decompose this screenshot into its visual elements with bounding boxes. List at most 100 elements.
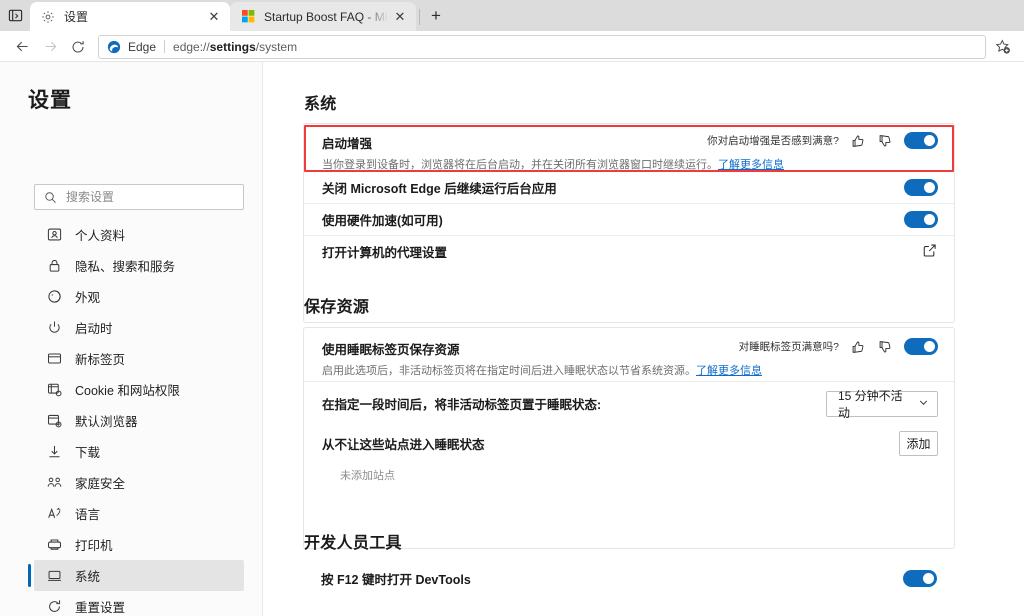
browser-tab-strip: 设置 ✕ Startup Boost FAQ - Microsoft Te ✕ … <box>0 0 1024 31</box>
sidebar-item-reset-settings[interactable]: 重置设置 <box>34 591 244 616</box>
sidebar-item-privacy-search-services[interactable]: 隐私、搜索和服务 <box>34 250 244 281</box>
setting-row-inactive-timer: 在指定一段时间后，将非活动标签页置于睡眠状态: 15 分钟不活动 <box>304 381 954 426</box>
sidebar-item-label: 默认浏览器 <box>75 411 138 430</box>
section-heading-system: 系统 <box>304 90 337 114</box>
sidebar-item-label: 打印机 <box>75 535 113 554</box>
sidebar-item-cookies-site-permissions[interactable]: Cookie 和网站权限 <box>34 374 244 405</box>
learn-more-link[interactable]: 了解更多信息 <box>718 159 784 171</box>
toggle-knob <box>924 182 935 193</box>
close-icon[interactable]: ✕ <box>390 7 410 27</box>
setting-row-background-apps: 关闭 Microsoft Edge 后继续运行后台应用 <box>304 171 954 203</box>
sidebar-item-downloads[interactable]: 下载 <box>34 436 244 467</box>
sidebar-item-system[interactable]: 系统 <box>34 560 244 591</box>
sidebar-item-appearance[interactable]: 外观 <box>34 281 244 312</box>
no-sites-added-note: 未添加站点 <box>340 467 395 483</box>
add-site-button[interactable]: 添加 <box>899 431 938 456</box>
tab-title: 设置 <box>64 8 204 25</box>
sidebar-item-label: 个人资料 <box>75 225 125 244</box>
appearance-icon <box>46 289 62 305</box>
add-favorite-star-icon[interactable] <box>990 34 1016 60</box>
sidebar-item-label: 语言 <box>75 504 100 523</box>
tab-title: Startup Boost FAQ - Microsoft Te <box>264 10 390 24</box>
lock-icon <box>46 258 62 274</box>
setting-description-text: 启用此选项后，非活动标签页将在指定时间后进入睡眠状态以节省系统资源。 <box>322 365 696 377</box>
sidebar-item-new-tab-page[interactable]: 新标签页 <box>34 343 244 374</box>
setting-title: 使用睡眠标签页保存资源 <box>322 339 762 358</box>
default-browser-icon <box>46 413 62 429</box>
devtools-f12-toggle[interactable] <box>903 570 937 587</box>
sidebar-item-label: 下载 <box>75 442 100 461</box>
settings-nav-list: 个人资料 隐私、搜索和服务 外观 <box>34 219 244 616</box>
thumbs-up-icon[interactable] <box>850 133 866 149</box>
forward-button[interactable] <box>36 33 64 61</box>
dropdown-selected-value: 15 分钟不活动 <box>838 387 906 421</box>
setting-title: 打开计算机的代理设置 <box>322 242 447 261</box>
section-heading-devtools: 开发人员工具 <box>304 529 402 553</box>
settings-sidebar: 设置 个人资料 隐私、搜索和服 <box>0 62 263 616</box>
language-icon <box>46 506 62 522</box>
background-apps-toggle[interactable] <box>904 179 938 196</box>
hardware-acceleration-toggle[interactable] <box>904 211 938 228</box>
devtools-card: 按 F12 键时打开 DevTools <box>303 562 955 616</box>
power-icon <box>46 320 62 336</box>
reload-button[interactable] <box>64 33 92 61</box>
sidebar-item-default-browser[interactable]: 默认浏览器 <box>34 405 244 436</box>
browser-tab-startup-boost-faq[interactable]: Startup Boost FAQ - Microsoft Te ✕ <box>230 2 416 31</box>
setting-description-text: 当你登录到设备时，浏览器将在后台启动，并在关闭所有浏览器窗口时继续运行。 <box>322 159 718 171</box>
search-input[interactable] <box>66 190 234 204</box>
setting-title: 关闭 Microsoft Edge 后继续运行后台应用 <box>322 178 557 197</box>
microsoft-logo-icon <box>240 9 256 25</box>
save-resources-card: 使用睡眠标签页保存资源 启用此选项后，非活动标签页将在指定时间后进入睡眠状态以节… <box>303 327 955 549</box>
sidebar-item-label: 启动时 <box>75 318 113 337</box>
sidebar-item-label: 重置设置 <box>75 597 125 616</box>
omnibox-url: edge://settings/system <box>173 40 297 54</box>
omnibox-brand-label: Edge <box>128 40 156 54</box>
sidebar-item-on-startup[interactable]: 启动时 <box>34 312 244 343</box>
sidebar-item-label: 隐私、搜索和服务 <box>75 256 175 275</box>
setting-title: 从不让这些站点进入睡眠状态 <box>322 434 485 453</box>
printer-icon <box>46 537 62 553</box>
learn-more-link[interactable]: 了解更多信息 <box>696 365 762 377</box>
startup-boost-toggle[interactable] <box>904 132 938 149</box>
system-settings-card: 启动增强 当你登录到设备时，浏览器将在后台启动，并在关闭所有浏览器窗口时继续运行… <box>303 123 955 323</box>
back-button[interactable] <box>8 33 36 61</box>
cookie-icon <box>46 382 62 398</box>
toggle-knob <box>923 573 934 584</box>
download-icon <box>46 444 62 460</box>
edge-logo-icon <box>107 40 121 54</box>
external-link-icon[interactable] <box>922 243 938 259</box>
omnibox-divider <box>164 40 165 53</box>
url-prefix: edge:// <box>173 40 210 54</box>
setting-row-proxy-settings[interactable]: 打开计算机的代理设置 <box>304 235 954 267</box>
browser-tab-settings[interactable]: 设置 ✕ <box>30 2 230 31</box>
sidebar-item-label: Cookie 和网站权限 <box>75 380 180 399</box>
search-settings-box[interactable] <box>34 184 244 210</box>
setting-row-startup-boost: 启动增强 当你登录到设备时，浏览器将在后台启动，并在关闭所有浏览器窗口时继续运行… <box>304 124 954 171</box>
new-tab-button[interactable]: + <box>422 2 450 30</box>
settings-content: 系统 启动增强 当你登录到设备时，浏览器将在后台启动，并在关闭所有浏览器窗口时继… <box>264 62 1024 616</box>
address-bar[interactable]: Edge edge://settings/system <box>98 35 986 59</box>
tab-search-icon[interactable] <box>0 0 30 31</box>
sidebar-item-printers[interactable]: 打印机 <box>34 529 244 560</box>
sleeping-tabs-toggle[interactable] <box>904 338 938 355</box>
inactive-timer-dropdown[interactable]: 15 分钟不活动 <box>826 391 938 417</box>
setting-description: 启用此选项后，非活动标签页将在指定时间后进入睡眠状态以节省系统资源。了解更多信息 <box>322 362 762 378</box>
thumbs-down-icon[interactable] <box>877 133 893 149</box>
profile-icon <box>46 227 62 243</box>
sidebar-item-family-safety[interactable]: 家庭安全 <box>34 467 244 498</box>
sidebar-item-languages[interactable]: 语言 <box>34 498 244 529</box>
sidebar-item-label: 系统 <box>75 566 100 585</box>
new-tab-icon <box>46 351 62 367</box>
url-bold-segment: settings <box>210 40 256 54</box>
toggle-knob <box>924 214 935 225</box>
sidebar-item-profile[interactable]: 个人资料 <box>34 219 244 250</box>
setting-row-sleeping-tabs: 使用睡眠标签页保存资源 启用此选项后，非活动标签页将在指定时间后进入睡眠状态以节… <box>304 328 954 381</box>
thumbs-up-icon[interactable] <box>850 339 866 355</box>
close-icon[interactable]: ✕ <box>204 7 224 27</box>
thumbs-down-icon[interactable] <box>877 339 893 355</box>
setting-title: 按 F12 键时打开 DevTools <box>321 569 471 588</box>
page-title: 设置 <box>28 84 72 114</box>
system-icon <box>46 568 62 584</box>
setting-row-hardware-acceleration: 使用硬件加速(如可用) <box>304 203 954 235</box>
setting-title: 使用硬件加速(如可用) <box>322 210 443 229</box>
